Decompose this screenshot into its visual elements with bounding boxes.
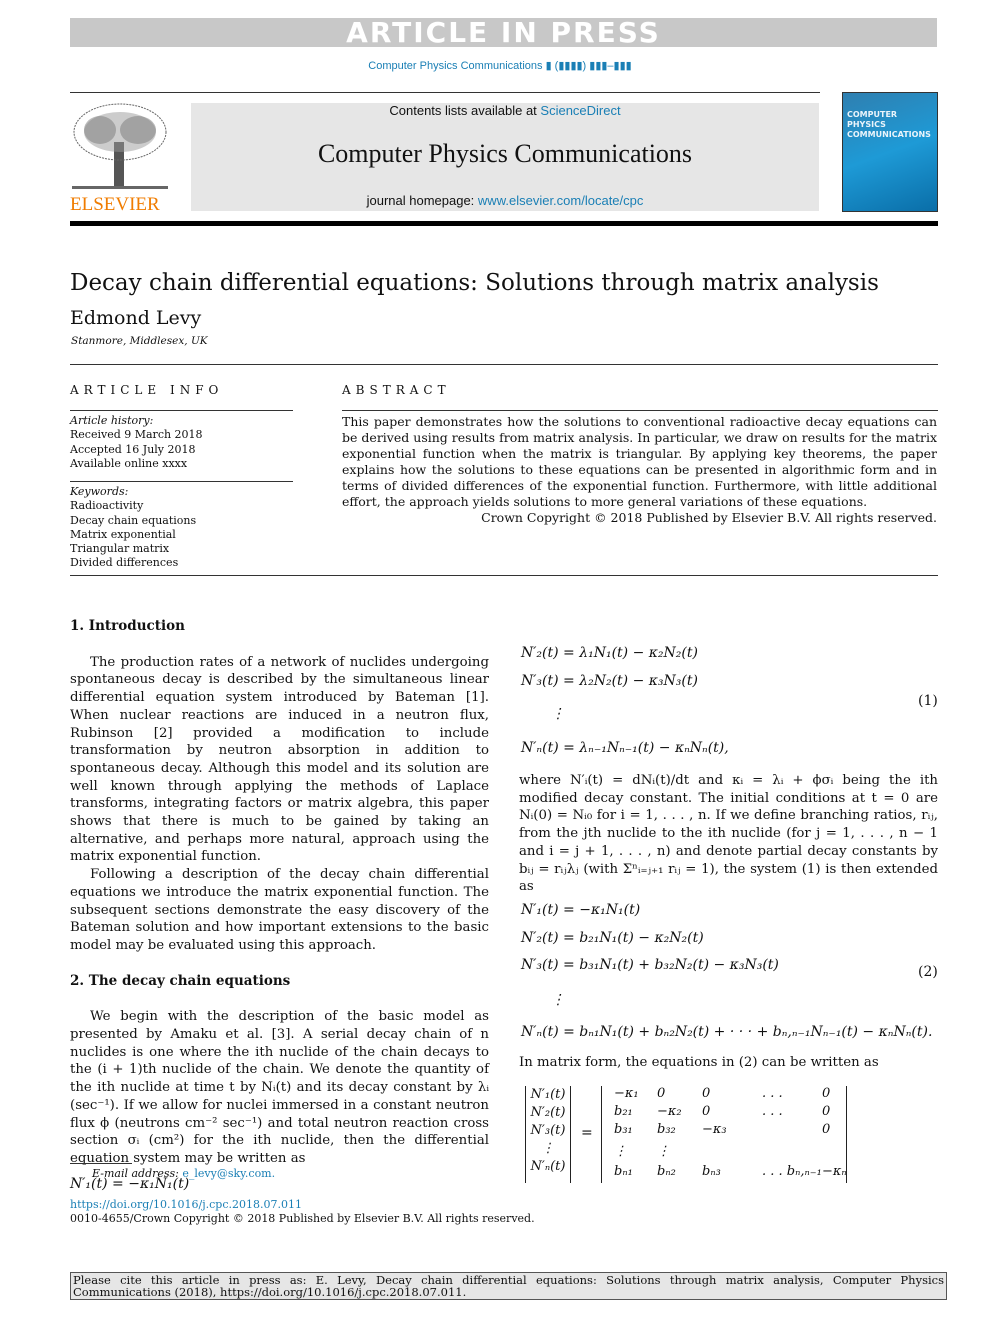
abstract-copyright: Crown Copyright © 2018 Published by Else… xyxy=(481,510,937,525)
matrix-cell: . . . xyxy=(762,1104,783,1119)
journal-title: Computer Physics Communications xyxy=(317,139,693,168)
keywords: Keywords: Radioactivity Decay chain equa… xyxy=(70,485,197,570)
equation-line: N′ₙ(t) = λₙ₋₁Nₙ₋₁(t) − κₙNₙ(t), xyxy=(521,740,729,756)
abstract-heading: ABSTRACT xyxy=(342,383,451,397)
page: ARTICLE IN PRESS Computer Physics Commun… xyxy=(0,0,992,1323)
equation-line: N′ₙ(t) = bₙ₁N₁(t) + bₙ₂N₂(t) + · · · + b… xyxy=(521,1024,933,1040)
abstract-text: This paper demonstrates how the solution… xyxy=(342,414,937,509)
keyword: Triangular matrix xyxy=(70,542,170,556)
keyword: Radioactivity xyxy=(70,499,144,513)
matrix-cell: ⋮ xyxy=(657,1144,670,1159)
paragraph: The production rates of a network of nuc… xyxy=(70,654,489,865)
divider xyxy=(70,410,293,411)
affiliation: Stanmore, Middlesex, UK xyxy=(71,335,208,347)
matrix-rhs: −κ₁ 0 0 . . . 0 b₂₁ −κ₂ 0 . . . 0 b₃₁ b₃₂ −κ₃ 0 ⋮ ⋮ bₙ₁ b… xyxy=(601,1086,847,1183)
header-rule xyxy=(70,221,938,226)
matrix-cell: bₙ₂ xyxy=(657,1164,676,1179)
matrix-cell: bₙ₁ xyxy=(614,1164,633,1179)
matrix-cell: −κ₁ xyxy=(614,1086,639,1101)
matrix-cell: −κ₃ xyxy=(702,1122,727,1137)
section-heading-decay-chain: 2. The decay chain equations xyxy=(70,972,291,989)
divider xyxy=(70,575,938,576)
matrix-cell: 0 xyxy=(822,1122,831,1137)
matrix-cell: 0 xyxy=(702,1104,711,1119)
email-link[interactable]: e_levy@sky.com. xyxy=(182,1167,275,1180)
footnote: E-mail address: e_levy@sky.com. xyxy=(92,1167,276,1180)
homepage-link[interactable]: www.elsevier.com/locate/cpc xyxy=(478,193,643,208)
journal-reference[interactable]: Computer Physics Communications ▮ (▮▮▮▮)… xyxy=(0,59,992,72)
article-title: Decay chain differential equations: Solu… xyxy=(70,270,879,296)
keyword: Decay chain equations xyxy=(70,513,197,527)
journal-cover[interactable]: COMPUTER PHYSICS COMMUNICATIONS xyxy=(842,92,938,212)
matrix-cell: bₙ₃ xyxy=(702,1164,721,1179)
paragraph: In matrix form, the equations in (2) can… xyxy=(519,1055,879,1070)
rights-line: 0010-4655/Crown Copyright © 2018 Publish… xyxy=(70,1212,535,1225)
equals-sign: = xyxy=(581,1125,593,1141)
history-accepted: Accepted 16 July 2018 xyxy=(70,442,196,456)
matrix-cell: b₃₁ xyxy=(614,1122,633,1137)
doi-link[interactable]: https://doi.org/10.1016/j.cpc.2018.07.01… xyxy=(70,1198,302,1212)
divider xyxy=(70,92,820,93)
elsevier-logo[interactable]: ELSEVIER xyxy=(70,102,170,215)
vertical-ellipsis: ⋮ xyxy=(551,992,565,1008)
keyword: Divided differences xyxy=(70,556,179,570)
matrix-lhs: N′₁(t) N′₂(t) N′₃(t) ⋮ N′ₙ(t) xyxy=(525,1086,571,1183)
equation-number: (1) xyxy=(918,693,938,709)
history-received: Received 9 March 2018 xyxy=(70,428,203,442)
matrix-cell: . . . bₙ,ₙ₋₁ xyxy=(762,1164,822,1179)
homepage-line: journal homepage: www.elsevier.com/locat… xyxy=(366,193,644,208)
section-heading-introduction: 1. Introduction xyxy=(70,618,185,634)
matrix-cell: b₃₂ xyxy=(657,1122,676,1137)
elsevier-wordmark: ELSEVIER xyxy=(70,194,160,215)
tree-icon xyxy=(72,103,168,189)
citation-box: Please cite this article in press as: E.… xyxy=(70,1272,947,1300)
matrix-cell: ⋮ xyxy=(614,1144,627,1159)
journal-masthead: Contents lists available at ScienceDirec… xyxy=(191,103,819,211)
keyword: Matrix exponential xyxy=(70,527,176,541)
equation-number: (2) xyxy=(918,964,938,980)
vertical-ellipsis: ⋮ xyxy=(551,706,565,722)
paragraph: where N′ᵢ(t) = dNᵢ(t)/dt and κᵢ = λᵢ + ϕ… xyxy=(519,773,938,895)
equation-line: N′₁(t) = −κ₁N₁(t) xyxy=(521,902,641,918)
matrix-cell: 0 xyxy=(822,1086,831,1101)
matrix-cell: . . . xyxy=(762,1086,783,1101)
matrix-cell: −κₙ xyxy=(822,1164,847,1179)
author: Edmond Levy xyxy=(70,307,202,329)
article-in-press-banner: ARTICLE IN PRESS xyxy=(70,18,937,48)
left-column: 1. Introduction The production rates of … xyxy=(70,618,489,1193)
paragraph: We begin with the description of the bas… xyxy=(70,1009,489,1166)
equation-line: N′₃(t) = b₃₁N₁(t) + b₃₂N₂(t) − κ₃N₃(t) xyxy=(521,957,779,973)
divider xyxy=(70,481,293,482)
paragraph: Following a description of the decay cha… xyxy=(70,867,489,953)
contents-line: Contents lists available at ScienceDirec… xyxy=(389,103,621,118)
matrix-cell: 0 xyxy=(657,1086,666,1101)
sciencedirect-link[interactable]: ScienceDirect xyxy=(540,103,620,118)
matrix-cell: 0 xyxy=(822,1104,831,1119)
article-history: Article history: Received 9 March 2018 A… xyxy=(70,414,203,470)
matrix-cell: 0 xyxy=(702,1086,711,1101)
equation-line: N′₃(t) = λ₂N₂(t) − κ₃N₃(t) xyxy=(521,673,698,689)
article-info-heading: ARTICLE INFO xyxy=(70,383,224,397)
matrix-cell: −κ₂ xyxy=(657,1104,682,1119)
history-online: Available online xxxx xyxy=(70,456,188,470)
divider xyxy=(70,364,938,365)
equation-line: N′₂(t) = λ₁N₁(t) − κ₂N₂(t) xyxy=(521,645,698,661)
divider xyxy=(342,410,938,411)
matrix-cell: b₂₁ xyxy=(614,1104,633,1119)
footnote-rule xyxy=(70,1163,132,1164)
equation-line: N′₂(t) = b₂₁N₁(t) − κ₂N₂(t) xyxy=(521,930,704,946)
